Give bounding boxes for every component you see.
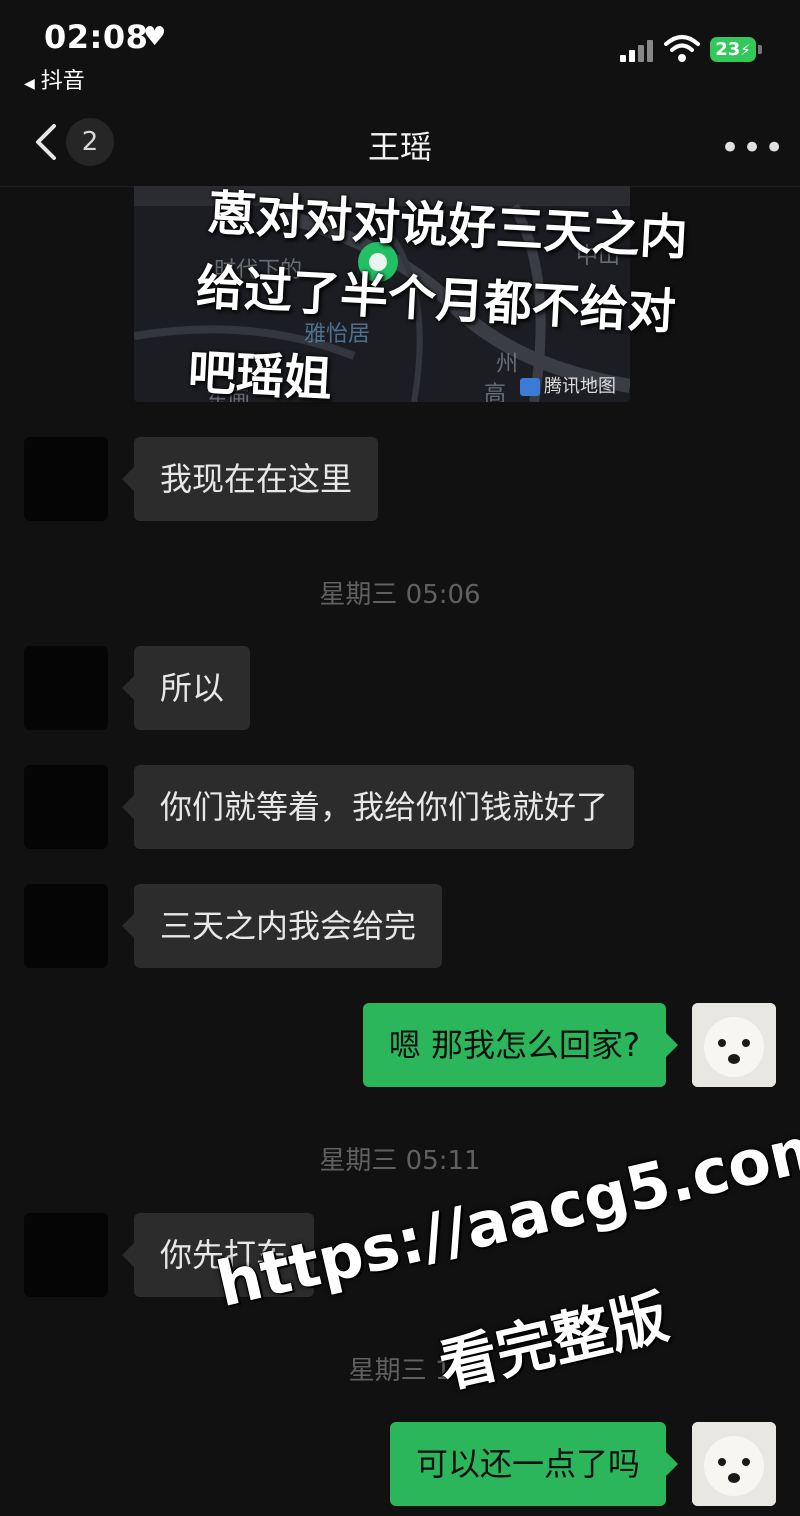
battery-cap [758,45,762,54]
tencent-map-logo-icon [520,378,540,396]
battery-indicator: 23⚡ [710,37,756,62]
back-app-label: 抖音 [40,69,85,94]
caption-line: 吧瑶姐 [186,344,334,408]
message-timestamp: 星期三 05:06 [319,580,481,610]
dog-face-icon [692,1422,776,1506]
contact-avatar[interactable] [24,1213,108,1297]
dog-face-icon [692,1003,776,1087]
outgoing-message[interactable]: 可以还一点了吗 [389,1422,679,1506]
chat-title: 王瑶 [367,128,432,166]
contact-avatar[interactable] [24,646,108,730]
map-brand-label: 腾讯地图 [544,376,616,397]
back-to-app-link[interactable]: ◀ 抖音 [24,63,85,95]
status-time: 02:08 [44,18,149,56]
map-brand: 腾讯地图 [520,372,616,398]
back-triangle-icon: ◀ [24,76,35,92]
incoming-message[interactable]: 三天之内我会给完 [121,884,443,968]
map-label: 州 [496,352,519,377]
map-label: 高 [484,382,507,402]
incoming-message[interactable]: 所以 [121,646,251,730]
wifi-icon [664,35,700,62]
outgoing-message[interactable]: 嗯 那我怎么回家? [362,1003,679,1087]
incoming-message[interactable]: 你们就等着，我给你们钱就好了 [121,765,635,849]
charging-bolt-icon: ⚡ [740,41,751,59]
contact-avatar[interactable] [24,437,108,521]
heart-icon: ♥ [143,22,167,52]
my-avatar[interactable] [692,1422,776,1506]
incoming-message[interactable]: 我现在在这里 [121,437,379,521]
message-timestamp: 星期三 1 [348,1356,452,1386]
contact-avatar[interactable] [24,765,108,849]
more-options-icon[interactable]: ••• [720,128,786,168]
contact-avatar[interactable] [24,884,108,968]
battery-level: 23 [715,39,741,60]
cellular-signal-icon [620,38,656,62]
status-bar: 02:08 ♥ ◀ 抖音 23⚡ [0,0,800,100]
my-avatar[interactable] [692,1003,776,1087]
